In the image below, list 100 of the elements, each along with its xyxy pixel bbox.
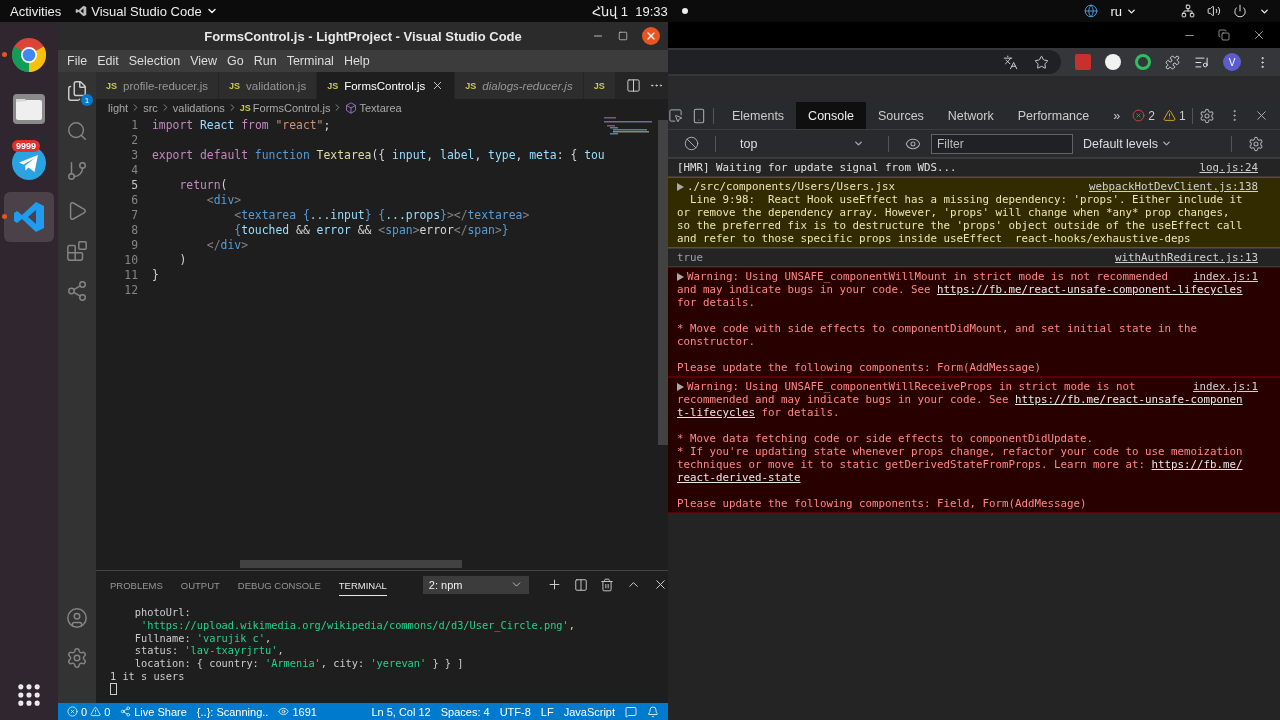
console-message-text: Warning: Using UNSAFE_componentWillMount in strict mode is not recommended [687, 270, 1169, 283]
dock-item[interactable]: 9999 [4, 138, 54, 188]
devtools-tab[interactable]: Sources [866, 102, 936, 129]
code-line: <textarea {...input} {...props}></textarea> [233, 208, 530, 223]
link[interactable]: t-lifecycles [677, 406, 755, 419]
editor-tab[interactable]: JS [583, 72, 616, 99]
line-number: 2 [130, 133, 138, 148]
scanning-status[interactable]: {..}: Scanning.. [191, 705, 274, 718]
editor-tab[interactable]: JS dialogs-reducer.js [455, 72, 584, 99]
live-share-status[interactable]: Live Share [115, 705, 192, 718]
line-number: 9 [130, 238, 138, 253]
line-number: 6 [130, 193, 138, 208]
console-message-text: recommended and may indicate bugs in your code. See https://fb.me/react-unsafe-componen t-lifecycles for details. * Move data fetching code or side effects to componentDidUpdate. * If you're updating state whenever props change, refactor your code to use memoization techniques or move it to static getDerivedStateFromProps. Learn more at: https://fb.me/ react-derived-state Please update the following components: Field, Form(AddMessage) [677, 393, 1243, 510]
breadcrumb-item[interactable]: FormsControl.js [252, 101, 331, 114]
keyboard-layout[interactable]: ru [1110, 3, 1137, 19]
devtools-tab[interactable]: Network [935, 102, 1006, 129]
code-line: {touched && error && <span>error</span>} [233, 223, 509, 238]
count-badge: 1 [81, 94, 93, 106]
panel-tab[interactable]: PROBLEMS [110, 573, 163, 596]
link[interactable]: https://fb.me/react-unsafe-componen [1015, 393, 1243, 406]
error-count[interactable]: 2 [1132, 108, 1155, 123]
source-link[interactable]: index.js:1 [1193, 270, 1258, 283]
menu-item[interactable]: View [185, 54, 222, 68]
terminal-line: 'https://upload.wikimedia.org/wikipedia/commons/d/d3/User_Circle.png', [140, 618, 575, 632]
panel-tab[interactable]: OUTPUT [180, 573, 220, 596]
app-menu[interactable]: Visual Studio Code [75, 3, 218, 19]
code-line: ) [178, 253, 187, 268]
devtools-tab[interactable]: Performance [1005, 102, 1102, 129]
panel-tab[interactable]: DEBUG CONSOLE [237, 573, 321, 596]
notification-badge: 9999 [12, 140, 41, 152]
menu-item[interactable]: Run [248, 54, 282, 68]
activities-button[interactable]: Activities [10, 3, 62, 19]
filter-field[interactable]: Filter [931, 133, 1073, 154]
link[interactable]: https://fb.me/ [1151, 458, 1243, 471]
log-levels-select[interactable]: Default levels [1083, 136, 1173, 151]
status-item[interactable]: JavaScript [558, 705, 620, 718]
code-line: } [152, 268, 159, 283]
source-link[interactable]: log.js:24 [1199, 161, 1258, 174]
panel-tab[interactable]: TERMINAL [338, 573, 387, 596]
source-link[interactable]: webpackHotDevClient.js:138 [1089, 180, 1258, 193]
line-number: 7 [130, 208, 138, 223]
profile-avatar[interactable]: V [1223, 53, 1241, 71]
file-type-icon: JS [327, 80, 339, 91]
status-item[interactable]: LF [535, 705, 559, 718]
terminal-line: 1 it s users [110, 670, 185, 683]
code-line: export default function Textarea({ input, label, type, meta: { tou [152, 148, 605, 163]
editor-tab[interactable]: JS FormsControl.js [317, 72, 456, 99]
menu-item[interactable]: File [62, 54, 93, 68]
status-item[interactable]: Spaces: 4 [435, 705, 495, 718]
line-number: 11 [123, 268, 138, 283]
file-type-icon: JS [593, 80, 605, 91]
line-number: 10 [123, 253, 138, 268]
menu-item[interactable]: Edit [92, 54, 124, 68]
code-line: </div> [205, 238, 248, 253]
devtools-tab[interactable]: Console [796, 102, 866, 129]
terminal-line: location: { country: 'Armenia', city: 'yerevan' } } ] [133, 657, 464, 670]
file-type-icon: JS [465, 80, 477, 91]
source-link[interactable]: index.js:1 [1193, 380, 1258, 393]
window-title: FormsControl.js - LightProject - Visual Studio Code [204, 28, 522, 44]
source-link[interactable]: withAuthRedirect.js:13 [1115, 251, 1258, 264]
console-message-text: Line 9:98: React Hook useEffect has a missing dependency: 'props'. Either include it or remove the dependency array. However, 'props' will change when *any* prop changes, so the preferred fix is to destructure the 'props' object outside of the useEffect call and refer to those specific props inside useEffect react-hooks/exhaustive-deps [677, 193, 1243, 245]
file-type-icon: JS [106, 80, 117, 91]
breadcrumb-item[interactable]: light [108, 101, 129, 114]
devtools-tab[interactable]: Elements [720, 102, 797, 129]
console-message-text: ./src/components/Users/Users.jsx [687, 180, 895, 193]
status-item[interactable]: UTF-8 [494, 705, 536, 718]
context-select[interactable]: top [732, 136, 872, 151]
terminal-line: status: 'lav-txayrjrtu', [133, 644, 284, 658]
console-message-text: and may indicate bugs in your code. See https://fb.me/react-unsafe-component-lifecycles for details. * Move code with side effects to componentDidMount, and set initial state in the constructor. Please update the following components: Form(AddMessage) [677, 283, 1243, 374]
line-number: 4 [130, 163, 138, 178]
link[interactable]: react-derived-state [677, 471, 801, 484]
code-line: <div> [205, 193, 242, 208]
line-number: 5 [130, 178, 138, 193]
console-message-text: Warning: Using UNSAFE_componentWillReceiveProps in strict mode is not [687, 380, 1136, 393]
watchers-status[interactable]: 1691 [273, 705, 322, 718]
menu-item[interactable]: Go [222, 54, 249, 68]
line-number: 8 [130, 223, 138, 238]
console-message-text: [HMR] Waiting for update signal from WDS... [677, 161, 957, 174]
editor-tab[interactable]: JS validation.js [219, 72, 318, 99]
breadcrumb-item[interactable]: src [143, 101, 158, 114]
terminal-select[interactable]: 2: npm [422, 575, 529, 594]
status-item[interactable]: Ln 5, Col 12 [366, 705, 436, 718]
breadcrumb-item[interactable]: Textarea [359, 101, 402, 114]
terminal-line: Fullname: 'varujik c', [133, 631, 272, 645]
console-message-text: true [677, 251, 703, 264]
problems-status[interactable]: 0 0 [62, 705, 116, 718]
editor-tab[interactable]: JS profile-reducer.js [96, 72, 220, 99]
link[interactable]: https://fb.me/react-unsafe-component-lifecycles [937, 283, 1243, 296]
file-type-icon: JS [239, 102, 251, 113]
menu-item[interactable]: Terminal [281, 54, 339, 68]
menu-item[interactable]: Help [338, 54, 375, 68]
menu-item[interactable]: Selection [123, 54, 186, 68]
breadcrumb-item[interactable]: validations [172, 101, 225, 114]
code-line: return( [178, 178, 228, 193]
file-type-icon: JS [229, 80, 241, 91]
line-number: 1 [130, 118, 138, 133]
terminal-line: photoUrl: [133, 606, 191, 619]
more-tabs-button[interactable]: » [1101, 102, 1133, 129]
clock[interactable]: Հնվ 1 19:33 [592, 3, 668, 19]
warning-count[interactable]: 1 [1162, 108, 1186, 123]
